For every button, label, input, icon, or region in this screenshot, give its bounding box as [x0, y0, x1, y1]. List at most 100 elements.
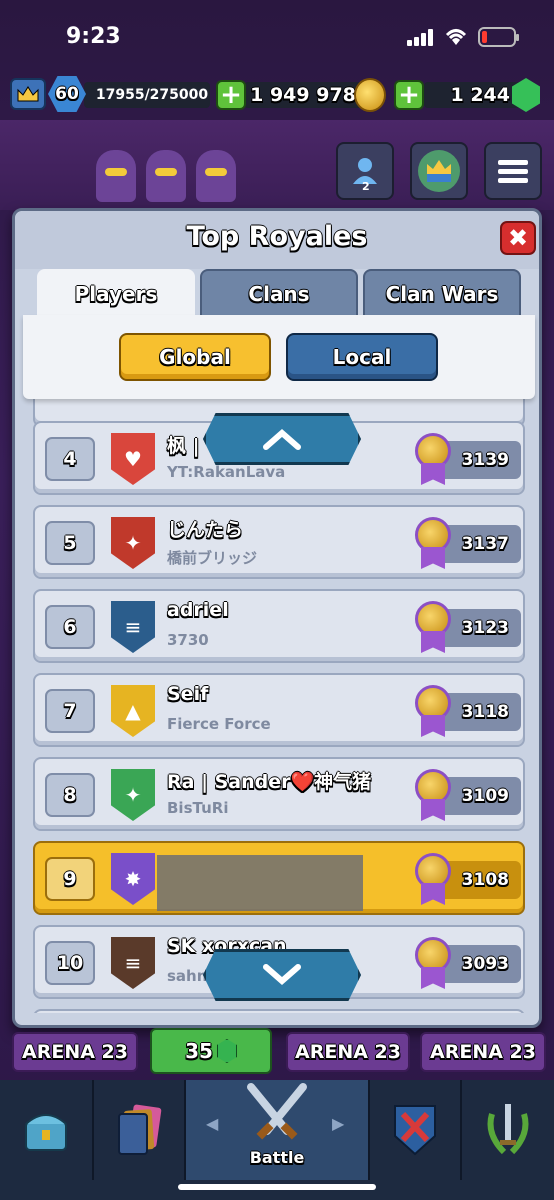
clan-name: Fierce Force	[167, 715, 271, 733]
modal-title: Top Royales	[186, 221, 368, 252]
clan-name: 橋前ブリッジ	[167, 549, 258, 567]
global-filter-button[interactable]: Global	[119, 333, 271, 381]
rank-number: 9	[45, 857, 95, 901]
friends-count: 2	[362, 180, 370, 193]
rankings-list[interactable]: 4 ♥ 枫 | YT:RakanLava 3139 5 ✦ じんたら 橋前ブリッ…	[23, 399, 535, 1013]
player-name: Seif	[167, 683, 209, 705]
league-medal-icon	[415, 517, 451, 571]
hamburger-icon	[498, 156, 528, 187]
profile-button[interactable]	[410, 142, 468, 200]
clan-badge-icon: ≡	[111, 937, 155, 989]
rank-number: 7	[45, 689, 95, 733]
arena-strip: ARENA 23 35 ARENA 23 ARENA 23	[0, 1028, 554, 1080]
close-icon: ✖	[507, 224, 529, 252]
scroll-up-button[interactable]	[203, 413, 361, 465]
nav-tab-shop[interactable]	[0, 1080, 94, 1180]
clan-name: sahn	[167, 967, 208, 985]
clan-badge-icon: ✦	[111, 769, 155, 821]
gem-amount: 1 244	[424, 82, 524, 108]
buy-gems-button[interactable]: +	[394, 80, 424, 110]
tab-clan-wars[interactable]: Clan Wars	[363, 269, 521, 319]
treasure-chest-icon	[25, 1114, 67, 1151]
rank-number: 5	[45, 521, 95, 565]
gem-reward[interactable]: 35	[150, 1028, 272, 1074]
table-row[interactable]: 5 ✦ じんたら 橋前ブリッジ 3137	[33, 505, 525, 579]
table-row[interactable]: 7 ▲ Seif Fierce Force 3118	[33, 673, 525, 747]
chevron-down-icon	[263, 964, 301, 985]
filter-bar: Global Local	[23, 315, 535, 399]
player-name: Ra | Sander❤️神气猪	[167, 771, 372, 793]
laurel-sword-icon	[487, 1104, 529, 1155]
caret-left-icon: ◀	[206, 1114, 219, 1133]
arena-label: ARENA 23	[12, 1032, 138, 1072]
arena-label: ARENA 23	[286, 1032, 410, 1072]
league-medal-icon	[415, 433, 451, 487]
character-art	[196, 150, 236, 202]
league-medal-icon	[415, 685, 451, 739]
home-indicator	[178, 1184, 376, 1190]
battery-icon	[478, 27, 519, 47]
current-player-row[interactable]: 9 ✸ 3108	[33, 841, 525, 915]
character-art	[146, 150, 186, 202]
profile-avatar-icon	[418, 150, 460, 192]
rank-number: 4	[45, 437, 95, 481]
buy-gold-button[interactable]: +	[216, 80, 246, 110]
crossed-swords-icon	[247, 1083, 307, 1140]
rank-number: 8	[45, 773, 95, 817]
league-medal-icon	[415, 769, 451, 823]
clan-badge-icon: ♥	[111, 433, 155, 485]
cellular-signal-icon	[407, 28, 433, 46]
table-row[interactable]: 6 ≡ adriel 3730 3123	[33, 589, 525, 663]
nav-tab-clan[interactable]	[370, 1080, 462, 1180]
gold-amount: 1 949 978	[244, 82, 362, 108]
clan-badge-icon: ✦	[111, 517, 155, 569]
clan-shield-icon	[394, 1105, 436, 1156]
clan-badge-icon: ✸	[111, 853, 155, 905]
scroll-down-button[interactable]	[203, 949, 361, 1001]
clan-name: BisTuRi	[167, 799, 229, 817]
tab-players[interactable]: Players	[37, 269, 195, 319]
friends-button[interactable]: 2	[336, 142, 394, 200]
player-name: じんたら	[167, 519, 244, 541]
nav-battle-label: Battle	[249, 1148, 305, 1167]
clock: 9:23	[66, 24, 121, 49]
table-row	[33, 1009, 525, 1013]
local-filter-button[interactable]: Local	[286, 333, 438, 381]
close-button[interactable]: ✖	[500, 221, 536, 255]
experience-bar: 17955/275000	[84, 82, 210, 108]
status-bar: 9:23	[0, 0, 554, 70]
event-banner	[0, 120, 554, 210]
menu-button[interactable]	[484, 142, 542, 200]
character-art	[96, 150, 136, 202]
top-royales-modal: Top Royales ✖ Players Clans Clan Wars Gl…	[12, 208, 542, 1028]
rank-number: 6	[45, 605, 95, 649]
league-medal-icon	[415, 601, 451, 655]
crown-icon[interactable]	[10, 78, 46, 110]
league-medal-icon	[415, 937, 451, 991]
bottom-navigation: ◀ ▶ Battle	[0, 1080, 554, 1200]
redacted-name-block	[157, 855, 363, 911]
league-medal-icon	[415, 853, 451, 907]
arena-label: ARENA 23	[420, 1032, 546, 1072]
chevron-up-icon	[263, 429, 301, 450]
clan-badge-icon: ▲	[111, 685, 155, 737]
gem-icon	[216, 1039, 237, 1063]
cards-icon	[118, 1104, 162, 1155]
caret-right-icon: ▶	[332, 1114, 345, 1133]
nav-tab-events[interactable]	[462, 1080, 554, 1180]
table-row[interactable]: 8 ✦ Ra | Sander❤️神气猪 BisTuRi 3109	[33, 757, 525, 831]
coin-icon	[354, 78, 386, 112]
player-name: adriel	[167, 599, 229, 621]
wifi-icon	[445, 29, 467, 45]
resource-bar: 17955/275000 60 1 949 978 + 1 244 +	[0, 70, 554, 120]
rank-number: 10	[45, 941, 95, 985]
clan-badge-icon: ≡	[111, 601, 155, 653]
clan-name: 3730	[167, 631, 209, 649]
clan-name: YT:RakanLava	[167, 463, 286, 481]
king-level-badge: 60	[48, 76, 86, 112]
modal-header: Top Royales ✖	[15, 211, 539, 269]
player-name: 枫 |	[167, 435, 200, 457]
tab-clans[interactable]: Clans	[200, 269, 358, 319]
nav-tab-cards[interactable]	[94, 1080, 186, 1180]
nav-tab-battle[interactable]: ◀ ▶ Battle	[186, 1080, 370, 1180]
